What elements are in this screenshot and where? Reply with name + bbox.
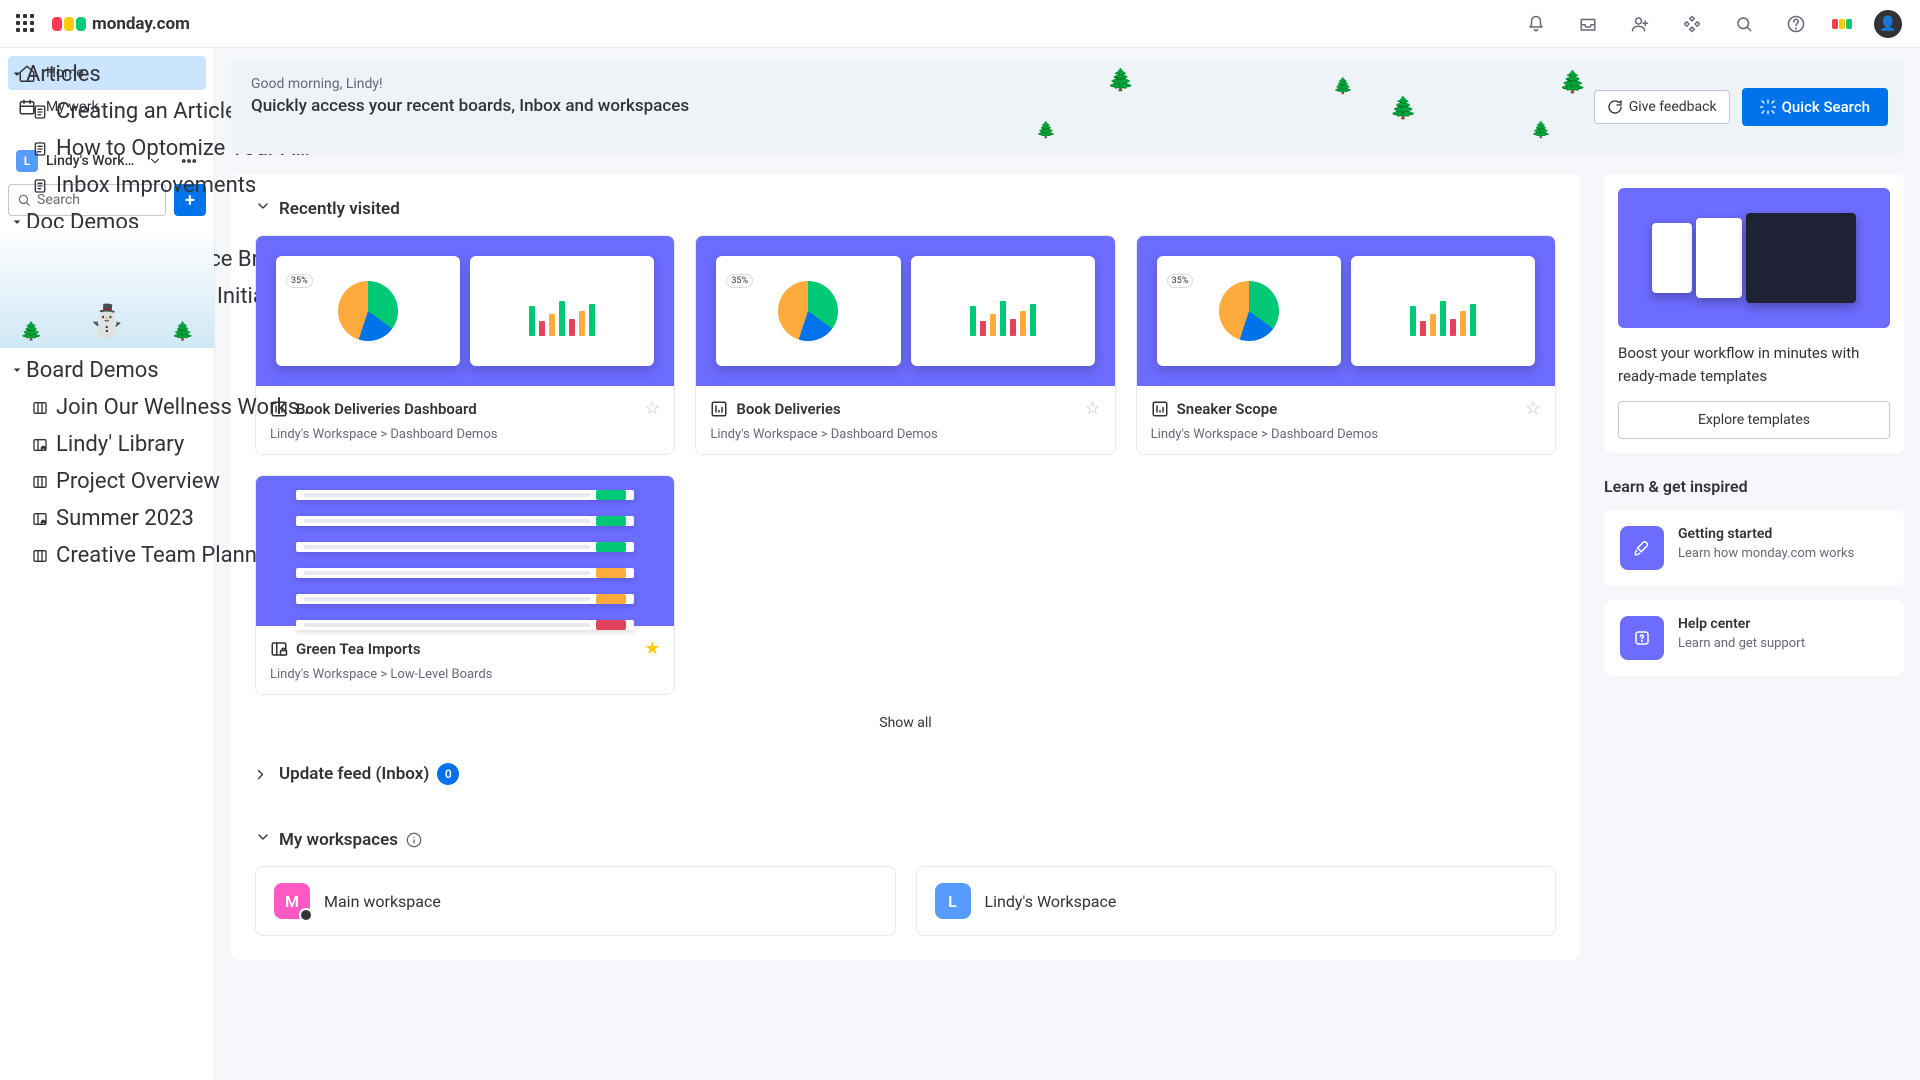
tree-item[interactable]: Inbox Improvements (8, 167, 320, 204)
logo-icon (52, 17, 86, 31)
templates-promo-image (1618, 188, 1890, 328)
feedback-label: Give feedback (1629, 99, 1717, 115)
favorite-star-icon[interactable]: ☆ (1525, 398, 1541, 419)
recent-card[interactable]: Green Tea Imports★Lindy's Workspace > Lo… (255, 475, 675, 695)
recent-card[interactable]: 35%Book Deliveries☆Lindy's Workspace > D… (695, 235, 1115, 455)
update-feed-header[interactable]: Update feed (Inbox) 0 (255, 763, 1556, 785)
quick-search-button[interactable]: Quick Search (1742, 88, 1888, 126)
favorite-star-icon[interactable]: ☆ (1085, 398, 1101, 419)
help-icon (1620, 616, 1664, 660)
rocket-icon (1620, 526, 1664, 570)
templates-promo-card: Boost your workflow in minutes with read… (1604, 174, 1904, 453)
learn-card[interactable]: Getting startedLearn how monday.com work… (1604, 510, 1904, 586)
quick-search-label: Quick Search (1782, 98, 1870, 116)
welcome-banner: 🌲 🌲 🌲 🌲 🌲 🌲 Good morning, Lindy! Quickly… (231, 60, 1904, 154)
show-all-link[interactable]: Show all (255, 695, 1556, 735)
search-icon[interactable] (1728, 8, 1760, 40)
app-switcher-icon[interactable] (16, 14, 36, 34)
workspace-card[interactable]: LLindy's Workspace (916, 866, 1557, 936)
tree-item[interactable]: Lindy' Library (8, 426, 320, 463)
recently-visited-header[interactable]: Recently visited (255, 198, 1556, 219)
favorite-star-icon[interactable]: ☆ (644, 398, 660, 419)
sparkle-icon (1760, 99, 1776, 115)
info-icon[interactable] (406, 832, 422, 848)
my-workspaces-header[interactable]: My workspaces (255, 829, 1556, 850)
notifications-icon[interactable] (1520, 8, 1552, 40)
learn-card[interactable]: Help centerLearn and get support (1604, 600, 1904, 676)
update-feed-label: Update feed (Inbox) (279, 764, 429, 784)
feedback-icon (1607, 99, 1623, 115)
templates-promo-text: Boost your workflow in minutes with read… (1618, 342, 1890, 387)
inbox-count-badge: 0 (437, 763, 459, 785)
tree-item[interactable]: Join Our Wellness Works… (8, 389, 320, 426)
sidebar-decoration: ⛄ 🌲 🌲 (0, 228, 214, 348)
recent-card[interactable]: 35%Sneaker Scope☆Lindy's Workspace > Das… (1136, 235, 1556, 455)
help-icon[interactable] (1780, 8, 1812, 40)
inbox-icon[interactable] (1572, 8, 1604, 40)
workspace-card[interactable]: MMain workspace (255, 866, 896, 936)
product-switcher-icon[interactable] (1832, 19, 1852, 29)
learn-header: Learn & get inspired (1604, 477, 1904, 496)
avatar[interactable]: 👤 (1872, 8, 1904, 40)
my-workspaces-label: My workspaces (279, 830, 398, 850)
give-feedback-button[interactable]: Give feedback (1594, 90, 1730, 124)
explore-templates-button[interactable]: Explore templates (1618, 401, 1890, 439)
brand-name: monday.com (92, 14, 190, 34)
apps-icon[interactable] (1676, 8, 1708, 40)
invite-icon[interactable] (1624, 8, 1656, 40)
favorite-star-icon[interactable]: ★ (644, 638, 660, 659)
